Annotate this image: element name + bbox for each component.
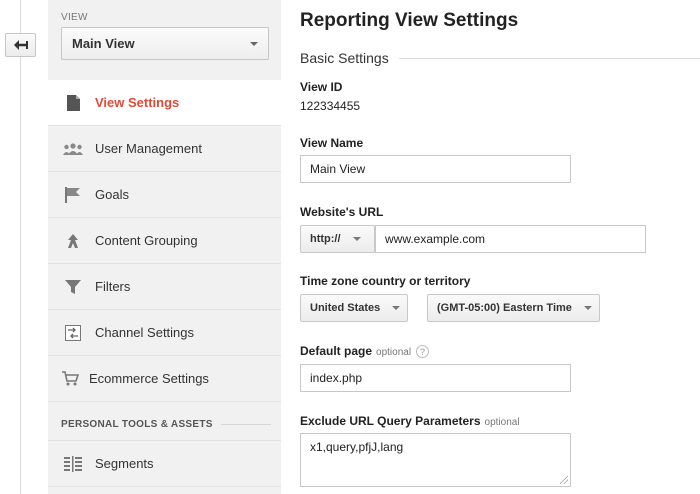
section-title-label: Basic Settings — [300, 50, 389, 66]
exclude-params-label: Exclude URL Query Parameters optional — [300, 414, 520, 428]
sidebar-item-label: Segments — [95, 456, 154, 471]
section-title-basic-settings: Basic Settings — [300, 50, 700, 66]
timezone-label: Time zone country or territory — [300, 274, 471, 288]
channel-settings-icon — [63, 324, 83, 342]
view-select-value: Main View — [72, 36, 135, 51]
protocol-select[interactable]: http:// — [300, 225, 375, 253]
view-name-input[interactable]: Main View — [300, 155, 571, 183]
default-page-label: Default page optional? — [300, 344, 430, 359]
sidebar-item-user-management[interactable]: User Management — [48, 126, 281, 172]
back-button[interactable] — [5, 33, 36, 57]
sidebar-item-label: View Settings — [95, 95, 180, 110]
optional-tag: optional — [484, 417, 520, 428]
flag-icon — [63, 186, 83, 204]
users-icon — [63, 140, 83, 158]
country-select-value: United States — [310, 302, 381, 314]
document-icon — [63, 94, 83, 112]
exclude-params-value: x1,query,pfjJ,lang — [310, 440, 404, 454]
sidebar-item-goals[interactable]: Goals — [48, 172, 281, 218]
tools-nav-list: Segments — [48, 440, 281, 487]
personal-tools-heading: PERSONAL TOOLS & ASSETS — [61, 419, 271, 430]
timezone-select-value: (GMT-05:00) Eastern Time — [437, 302, 572, 314]
sidebar-item-label: Channel Settings — [95, 325, 195, 340]
help-icon[interactable]: ? — [416, 345, 430, 359]
sidebar-item-label: Content Grouping — [95, 233, 198, 248]
chevron-down-icon — [583, 306, 592, 310]
sidebar-item-label: Goals — [95, 187, 129, 202]
sidebar-item-view-settings[interactable]: View Settings — [48, 80, 290, 126]
view-select[interactable]: Main View — [61, 27, 269, 60]
sidebar-item-filters[interactable]: Filters — [48, 264, 281, 310]
view-label: VIEW — [61, 12, 88, 23]
view-id-label: View ID — [300, 80, 343, 94]
sidebar-item-label: User Management — [95, 141, 202, 156]
page-title: Reporting View Settings — [300, 10, 519, 31]
optional-tag: optional — [376, 347, 412, 358]
website-url-label: Website's URL — [300, 205, 384, 219]
chevron-down-icon — [392, 306, 401, 310]
country-select[interactable]: United States — [300, 294, 408, 322]
sidebar-item-label: Ecommerce Settings — [89, 371, 209, 386]
funnel-icon — [63, 278, 83, 296]
sidebar: VIEW Main View View Settings User Manage… — [48, 0, 290, 494]
website-url-input[interactable]: www.example.com — [375, 225, 646, 253]
sidebar-item-channel-settings[interactable]: Channel Settings — [48, 310, 281, 356]
chevron-down-icon — [352, 237, 361, 241]
chevron-down-icon — [250, 41, 258, 46]
segments-icon — [63, 455, 83, 473]
exclude-params-textarea[interactable]: x1,query,pfjJ,lang — [300, 433, 571, 487]
person-walk-icon — [63, 232, 83, 250]
view-nav-list: View Settings User Management Goals Cont… — [48, 80, 290, 402]
default-page-input[interactable]: index.php — [300, 364, 571, 392]
protocol-select-value: http:// — [310, 233, 341, 245]
resize-handle-icon[interactable] — [560, 476, 568, 484]
timezone-select[interactable]: (GMT-05:00) Eastern Time — [427, 294, 600, 322]
exclude-params-label-text: Exclude URL Query Parameters — [300, 414, 481, 428]
sidebar-item-content-grouping[interactable]: Content Grouping — [48, 218, 281, 264]
sidebar-item-segments[interactable]: Segments — [48, 441, 281, 487]
sidebar-item-label: Filters — [95, 279, 131, 294]
sidebar-item-ecommerce-settings[interactable]: Ecommerce Settings — [48, 356, 281, 402]
left-rail-divider — [20, 0, 21, 494]
arrow-left-icon — [13, 40, 28, 50]
cart-icon — [60, 370, 80, 388]
default-page-label-text: Default page — [300, 344, 373, 358]
view-name-label: View Name — [300, 136, 364, 150]
view-id-value: 122334455 — [300, 99, 361, 113]
